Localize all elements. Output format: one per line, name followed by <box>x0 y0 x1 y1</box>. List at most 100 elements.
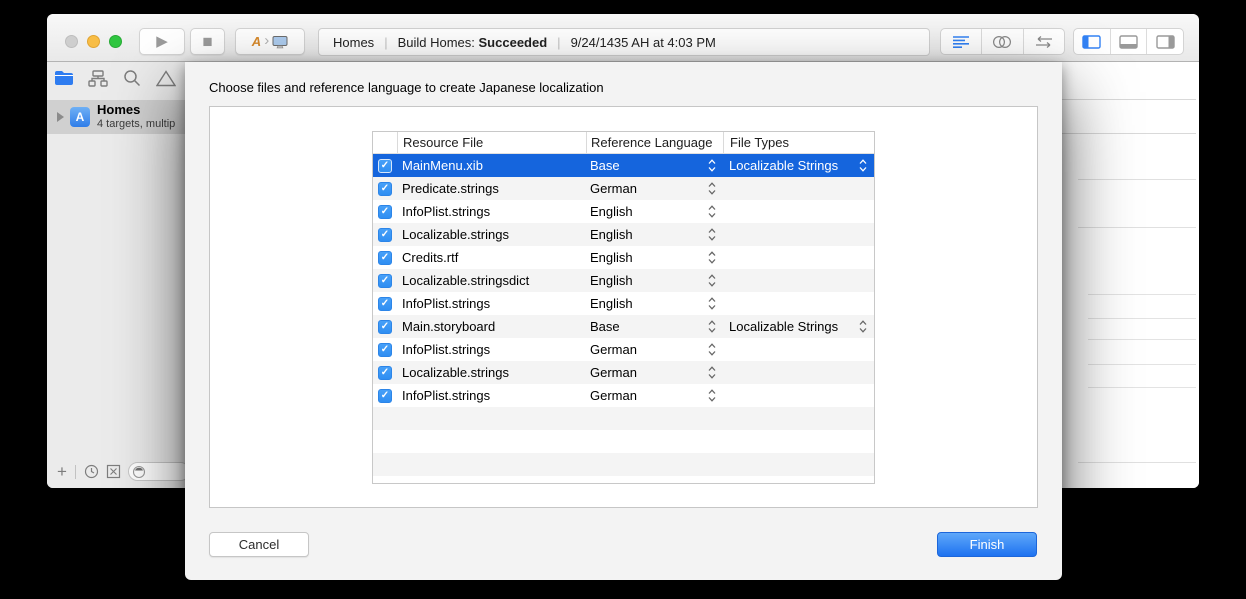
reference-language-popup[interactable]: Base <box>586 158 723 173</box>
reference-language-popup[interactable]: German <box>586 388 723 403</box>
dialog-title: Choose files and reference language to c… <box>209 80 604 95</box>
stepper-icon <box>708 159 716 172</box>
search-navigator-tab[interactable] <box>115 69 149 87</box>
activity-status-display[interactable]: Homes | Build Homes: Succeeded | 9/24/14… <box>318 28 930 56</box>
table-row[interactable]: ✓ MainMenu.xib Base Localizable Strings <box>373 154 874 177</box>
file-types-popup[interactable]: Localizable Strings <box>723 319 874 334</box>
table-filler-row <box>373 476 874 484</box>
row-checkbox[interactable]: ✓ <box>378 366 392 380</box>
standard-editor-icon <box>952 35 970 49</box>
stepper-icon <box>708 320 716 333</box>
filter-field[interactable] <box>128 462 190 481</box>
file-types-popup[interactable] <box>723 366 874 379</box>
row-checkbox[interactable]: ✓ <box>378 297 392 311</box>
row-checkbox[interactable]: ✓ <box>378 320 392 334</box>
warning-triangle-icon <box>156 70 176 87</box>
stop-button[interactable]: ■ <box>190 28 225 55</box>
reference-language-popup[interactable]: English <box>586 273 723 288</box>
table-row[interactable]: ✓ InfoPlist.strings German <box>373 384 874 407</box>
table-row[interactable]: ✓ Localizable.strings German <box>373 361 874 384</box>
reference-language-value: Base <box>590 158 708 173</box>
filter-bar-divider <box>75 465 76 479</box>
row-checkbox[interactable]: ✓ <box>378 274 392 288</box>
file-types-popup[interactable] <box>723 274 874 287</box>
finish-button[interactable]: Finish <box>937 532 1037 557</box>
file-types-column-header: File Types <box>723 132 874 153</box>
row-checkbox[interactable]: ✓ <box>378 343 392 357</box>
issue-navigator-tab[interactable] <box>149 70 183 87</box>
row-checkbox[interactable]: ✓ <box>378 205 392 219</box>
cancel-button[interactable]: Cancel <box>209 532 309 557</box>
resource-file-name: Credits.rtf <box>397 250 586 265</box>
reference-language-popup[interactable]: English <box>586 250 723 265</box>
standard-editor-button[interactable] <box>941 29 981 54</box>
table-filler-row <box>373 453 874 476</box>
version-editor-icon <box>1034 36 1054 48</box>
toggle-debug-area-button[interactable] <box>1110 29 1147 54</box>
row-checkbox[interactable]: ✓ <box>378 389 392 403</box>
file-types-popup[interactable]: Localizable Strings <box>723 158 874 173</box>
stepper-icon <box>708 366 716 379</box>
scheme-selector[interactable]: A › <box>235 28 305 55</box>
table-row[interactable]: ✓ InfoPlist.strings English <box>373 200 874 223</box>
search-icon <box>123 69 141 87</box>
assistant-editor-button[interactable] <box>981 29 1022 54</box>
disclosure-triangle-icon[interactable] <box>57 112 64 122</box>
reference-language-popup[interactable]: English <box>586 296 723 311</box>
row-checkbox[interactable]: ✓ <box>378 159 392 173</box>
stepper-icon <box>708 182 716 195</box>
resource-file-name: Main.storyboard <box>397 319 586 334</box>
reference-language-value: German <box>590 181 708 196</box>
reference-language-value: English <box>590 204 708 219</box>
reference-language-popup[interactable]: German <box>586 342 723 357</box>
resource-file-name: InfoPlist.strings <box>397 296 586 311</box>
row-checkbox[interactable]: ✓ <box>378 182 392 196</box>
file-types-popup[interactable] <box>723 205 874 218</box>
reference-language-popup[interactable]: Base <box>586 319 723 334</box>
reference-language-popup[interactable]: English <box>586 204 723 219</box>
table-row[interactable]: ✓ Localizable.stringsdict English <box>373 269 874 292</box>
symbol-navigator-tab[interactable] <box>81 70 115 87</box>
source-control-filter-button[interactable] <box>106 464 121 479</box>
file-types-popup[interactable] <box>723 389 874 402</box>
file-types-popup[interactable] <box>723 228 874 241</box>
stepper-icon <box>708 228 716 241</box>
file-types-popup[interactable] <box>723 182 874 195</box>
row-checkbox[interactable]: ✓ <box>378 251 392 265</box>
file-types-popup[interactable] <box>723 343 874 356</box>
close-window-button[interactable] <box>65 35 78 48</box>
project-detail: 4 targets, multip <box>97 118 175 131</box>
reference-language-popup[interactable]: German <box>586 181 723 196</box>
table-row[interactable]: ✓ InfoPlist.strings English <box>373 292 874 315</box>
version-editor-button[interactable] <box>1023 29 1064 54</box>
chevron-right-icon: › <box>264 32 269 49</box>
reference-language-popup[interactable]: German <box>586 365 723 380</box>
reference-language-value: English <box>590 273 708 288</box>
reference-language-popup[interactable]: English <box>586 227 723 242</box>
add-button[interactable]: + <box>57 462 67 482</box>
recent-files-filter-button[interactable] <box>84 464 99 479</box>
row-checkbox[interactable]: ✓ <box>378 228 392 242</box>
play-icon: ▶ <box>156 34 168 49</box>
reference-language-value: German <box>590 342 708 357</box>
zoom-window-button[interactable] <box>109 35 122 48</box>
project-navigator-tab[interactable] <box>47 70 81 86</box>
status-build-result: Succeeded <box>479 35 548 50</box>
reference-language-value: English <box>590 227 708 242</box>
table-row[interactable]: ✓ Credits.rtf English <box>373 246 874 269</box>
file-types-popup[interactable] <box>723 297 874 310</box>
file-types-popup[interactable] <box>723 251 874 264</box>
reference-language-value: English <box>590 296 708 311</box>
table-row[interactable]: ✓ InfoPlist.strings German <box>373 338 874 361</box>
file-types-value: Localizable Strings <box>729 158 859 173</box>
table-row[interactable]: ✓ Main.storyboard Base Localizable Strin… <box>373 315 874 338</box>
table-row[interactable]: ✓ Localizable.strings English <box>373 223 874 246</box>
toggle-utilities-button[interactable] <box>1146 29 1183 54</box>
minimize-window-button[interactable] <box>87 35 100 48</box>
table-header: Resource File Reference Language File Ty… <box>373 132 874 154</box>
project-file-icon: A <box>70 107 90 127</box>
symbol-hierarchy-icon <box>88 70 108 87</box>
toggle-navigator-button[interactable] <box>1074 29 1110 54</box>
run-button[interactable]: ▶ <box>139 28 185 55</box>
table-row[interactable]: ✓ Predicate.strings German <box>373 177 874 200</box>
